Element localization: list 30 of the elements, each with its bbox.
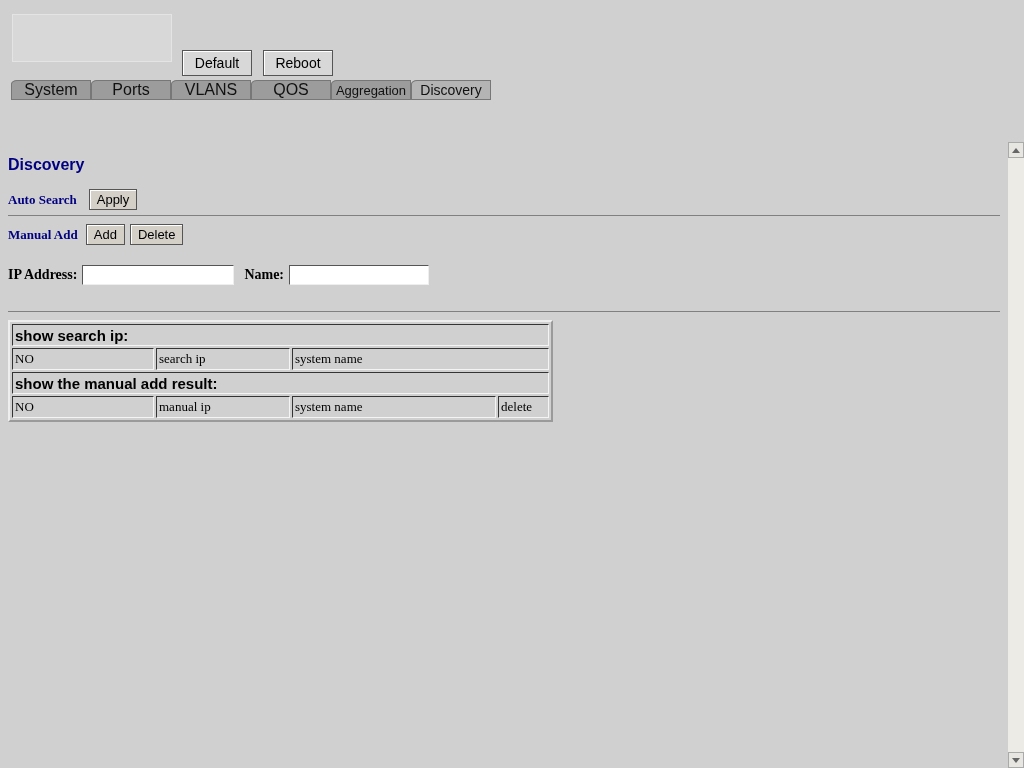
scroll-down-icon[interactable]: [1008, 752, 1024, 768]
field-label: Name:: [244, 267, 285, 283]
header-button[interactable]: Reboot: [263, 50, 333, 76]
nav-tab[interactable]: VLANS: [171, 80, 251, 100]
action-button[interactable]: Delete: [129, 224, 184, 245]
scroll-up-icon[interactable]: [1008, 142, 1024, 158]
header-button[interactable]: Default: [182, 50, 252, 76]
nav-tab[interactable]: Ports: [91, 80, 171, 100]
field-label: IP Address:: [8, 267, 78, 283]
ip-address-field[interactable]: [82, 265, 235, 285]
column-header: search ip: [156, 348, 290, 370]
table-title: show the manual add result:: [12, 372, 549, 394]
action-button[interactable]: Add: [85, 224, 125, 245]
column-header: system name: [292, 348, 549, 370]
section-label: Auto Search: [8, 191, 77, 208]
section-label: Manual Add: [8, 226, 78, 243]
column-header: manual ip: [156, 396, 290, 418]
name-field[interactable]: [289, 265, 430, 285]
nav-tab[interactable]: System: [11, 80, 91, 100]
page-title: Discovery: [8, 156, 86, 174]
nav-tab[interactable]: Discovery: [411, 80, 491, 100]
scrollbar[interactable]: [1008, 142, 1024, 768]
column-header: system name: [292, 396, 496, 418]
table-title: show search ip:: [12, 324, 549, 346]
column-header: NO: [12, 396, 154, 418]
apply-button[interactable]: Apply: [88, 189, 138, 210]
column-header: delete: [498, 396, 549, 418]
nav-tab[interactable]: Aggregation: [331, 80, 411, 100]
column-header: NO: [12, 348, 154, 370]
nav-tab[interactable]: QOS: [251, 80, 331, 100]
